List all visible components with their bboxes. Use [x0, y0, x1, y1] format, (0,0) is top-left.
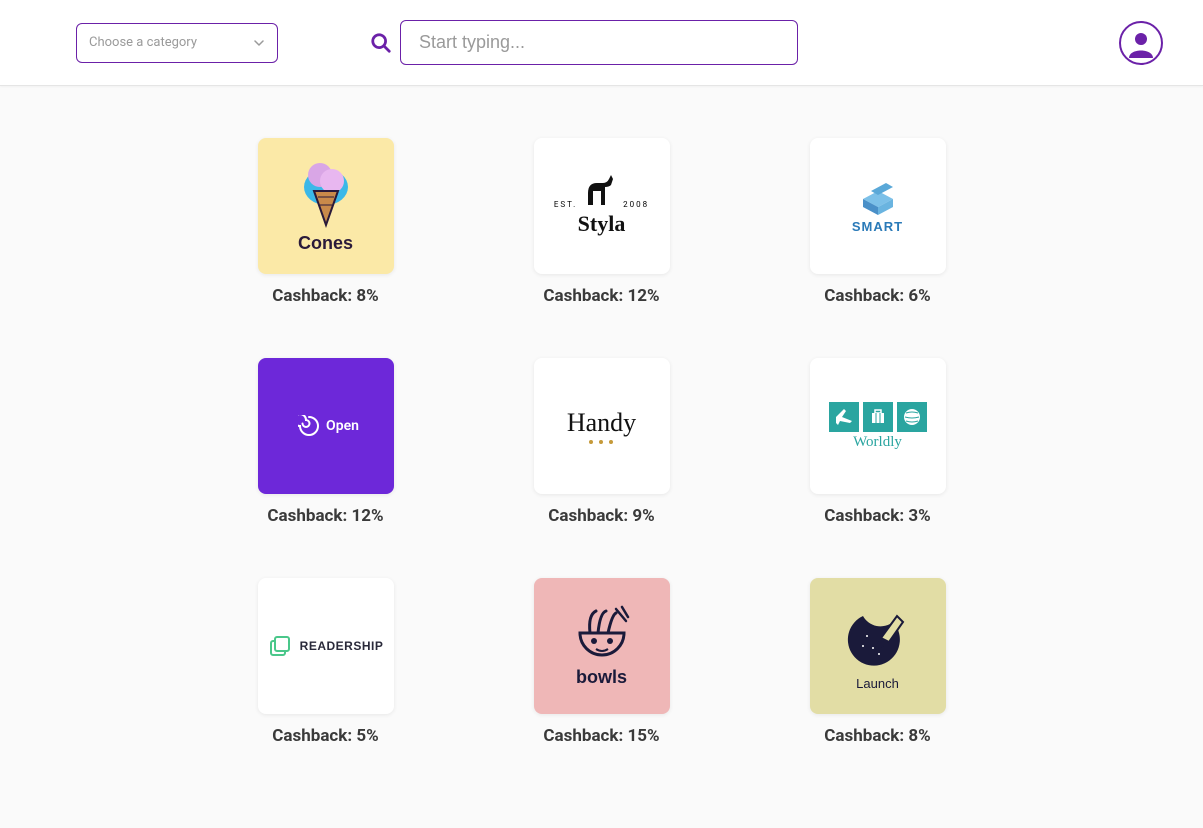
icecream-icon [296, 159, 356, 229]
cashback-label: Cashback: 12% [534, 286, 670, 306]
merchant-card-cones[interactable]: Cones Cashback: 8% [258, 138, 394, 306]
merchant-logo: Open [258, 358, 394, 494]
chevron-down-icon [253, 37, 265, 49]
cashback-label: Cashback: 6% [810, 286, 946, 306]
merchant-logo: Launch [810, 578, 946, 714]
merchant-grid: Cones Cashback: 8% EST. 2008 Styla Cashb… [0, 86, 1203, 746]
search-icon [370, 32, 392, 54]
brand-year: 2008 [623, 200, 649, 209]
profile-button[interactable] [1119, 21, 1163, 65]
merchant-logo: EST. 2008 Styla [534, 138, 670, 274]
merchant-card-launch[interactable]: Launch Cashback: 8% [810, 578, 946, 746]
category-select[interactable]: Choose a category [76, 23, 278, 63]
brand-name: Open [326, 418, 359, 434]
user-icon [1126, 28, 1156, 58]
brand-name: Handy [567, 408, 636, 438]
merchant-logo: READERSHIP [258, 578, 394, 714]
pages-icon [268, 633, 294, 659]
brand-name: bowls [576, 667, 627, 688]
globe-icon [897, 402, 927, 432]
merchant-card-worldly[interactable]: Worldly Cashback: 3% [810, 358, 946, 526]
blocks-icon [853, 179, 903, 215]
search-input[interactable] [400, 20, 798, 65]
merchant-card-smart[interactable]: SMART Cashback: 6% [810, 138, 946, 306]
brand-name: Launch [856, 676, 899, 691]
brand-name: Cones [298, 233, 353, 254]
merchant-card-bowls[interactable]: bowls Cashback: 15% [534, 578, 670, 746]
merchant-logo: bowls [534, 578, 670, 714]
merchant-logo: SMART [810, 138, 946, 274]
merchant-card-handy[interactable]: Handy Cashback: 9% [534, 358, 670, 526]
spiral-icon [298, 415, 320, 437]
brand-name: Styla [578, 211, 626, 237]
brand-name: READERSHIP [300, 639, 384, 653]
category-select-placeholder: Choose a category [89, 35, 197, 50]
brand-name: Worldly [853, 434, 902, 451]
cashback-label: Cashback: 9% [534, 506, 670, 526]
rocket-moon-icon [843, 602, 913, 672]
cashback-label: Cashback: 3% [810, 506, 946, 526]
cashback-label: Cashback: 5% [258, 726, 394, 746]
merchant-card-open[interactable]: Open Cashback: 12% [258, 358, 394, 526]
cashback-label: Cashback: 8% [810, 726, 946, 746]
merchant-card-readership[interactable]: READERSHIP Cashback: 5% [258, 578, 394, 746]
merchant-card-styla[interactable]: EST. 2008 Styla Cashback: 12% [534, 138, 670, 306]
merchant-logo: Cones [258, 138, 394, 274]
search [370, 20, 798, 65]
merchant-logo: Handy [534, 358, 670, 494]
cashback-label: Cashback: 15% [534, 726, 670, 746]
cashback-label: Cashback: 8% [258, 286, 394, 306]
cashback-label: Cashback: 12% [258, 506, 394, 526]
brand-est: EST. [554, 200, 577, 209]
merchant-logo: Worldly [810, 358, 946, 494]
dog-icon [583, 175, 617, 209]
noodle-bowl-icon [570, 605, 634, 663]
header: Choose a category [0, 0, 1203, 86]
brand-name: SMART [852, 219, 903, 234]
suitcase-icon [863, 402, 893, 432]
plane-icon [829, 402, 859, 432]
